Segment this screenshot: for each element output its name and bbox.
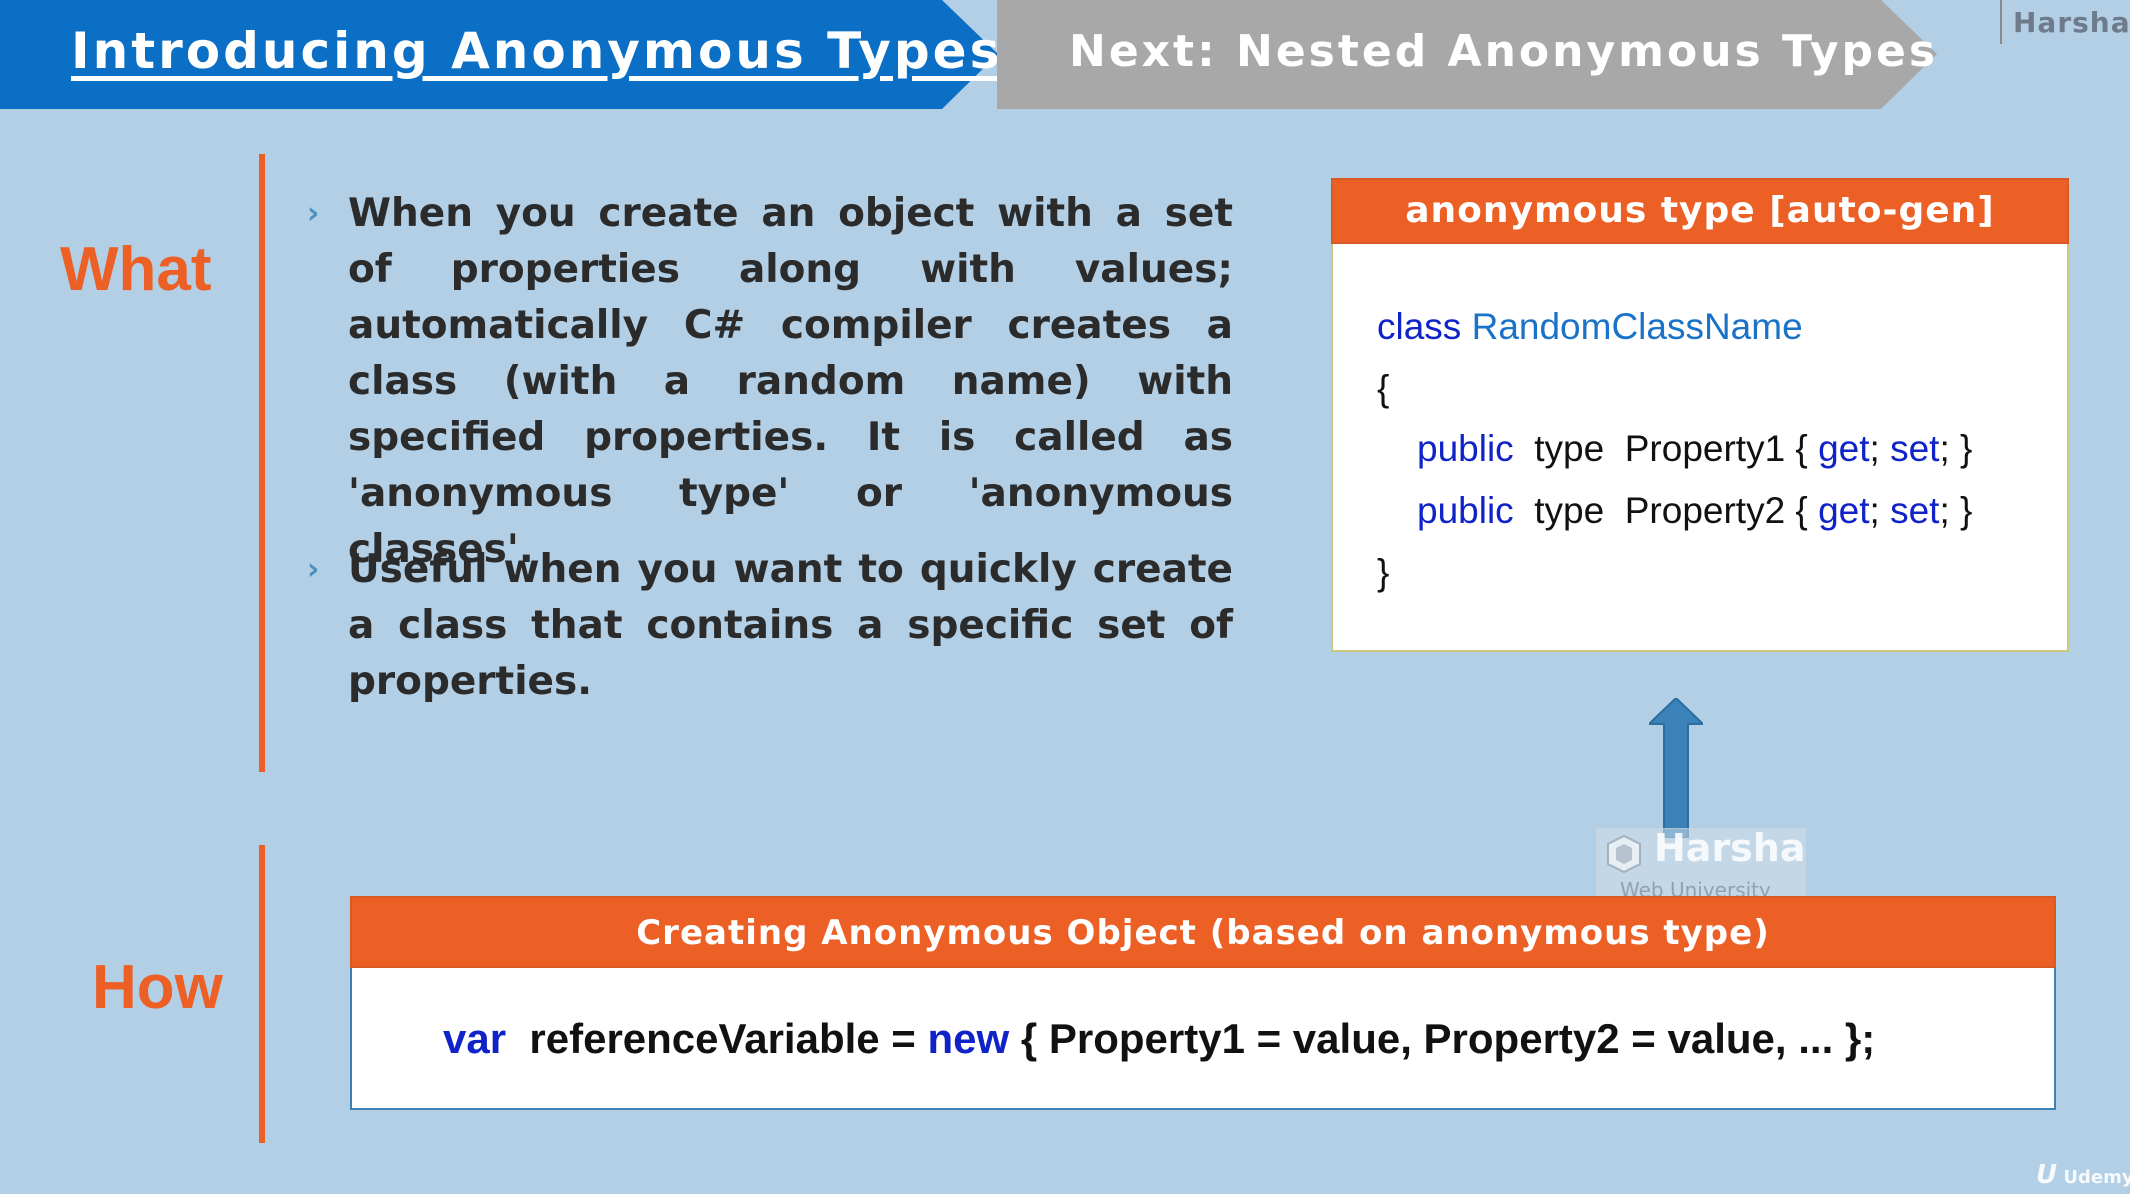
next-topic-title: Next: Nested Anonymous Types (1069, 26, 1939, 77)
author-name: Harsha (2013, 6, 2130, 39)
anonymous-type-panel-title: anonymous type [auto-gen] (1331, 178, 2069, 244)
code-line-class-declaration: class RandomClassName (1377, 302, 1803, 352)
property2-declaration: type Property2 { (1534, 490, 1819, 531)
keyword-get: get (1818, 428, 1870, 469)
code-line-anonymous-object: var referenceVariable = new { Property1 … (443, 1010, 1875, 1068)
harsha-logo-icon (1607, 834, 1641, 874)
accessor-end: ; } (1939, 428, 1973, 469)
keyword-public: public (1417, 428, 1514, 469)
keyword-get: get (1818, 490, 1870, 531)
accessor-separator: ; (1869, 428, 1891, 469)
udemy-brand: U Udemy (2036, 1160, 2130, 1190)
accessor-end: ; } (1939, 490, 1973, 531)
class-name: RandomClassName (1471, 306, 1803, 347)
code-line-close-brace: } (1377, 552, 1390, 593)
udemy-brand-text: Udemy (2063, 1167, 2130, 1188)
chevron-right-icon: › (307, 196, 320, 231)
bullet-item-definition: › When you create an object with a set o… (307, 186, 1233, 578)
property1-declaration: type Property1 { (1534, 428, 1819, 469)
bullet-text: When you create an object with a set of … (348, 191, 1233, 572)
code-line-property2: public type Property2 { get; set; } (1417, 486, 1972, 536)
keyword-set: set (1890, 490, 1940, 531)
bullet-text: Useful when you want to quickly create a… (348, 547, 1233, 704)
how-section-label: How (92, 953, 223, 1022)
keyword-public: public (1417, 490, 1514, 531)
up-arrow-icon (1649, 698, 1703, 838)
keyword-var: var (443, 1015, 507, 1062)
code-line-property1: public type Property1 { get; set; } (1417, 424, 1972, 474)
bullet-item-usage: › Useful when you want to quickly create… (307, 542, 1233, 710)
what-section-divider (259, 154, 265, 772)
current-topic-title: Introducing Anonymous Types (71, 22, 1003, 80)
keyword-new: new (927, 1015, 1010, 1062)
udemy-logo-icon: U (2036, 1160, 2058, 1190)
creation-panel-title: Creating Anonymous Object (based on anon… (350, 896, 2056, 968)
object-initializer: { Property1 = value, Property2 = value, … (1009, 1015, 1876, 1062)
chevron-right-icon: › (307, 552, 320, 587)
code-line-open-brace: { (1377, 368, 1390, 409)
accessor-separator: ; (1869, 490, 1891, 531)
keyword-class: class (1377, 306, 1462, 347)
author-divider (2000, 0, 2002, 44)
how-section-divider (259, 845, 265, 1143)
what-section-label: What (60, 235, 212, 304)
anonymous-type-code-panel (1331, 178, 2069, 652)
watermark-title: Harsha (1654, 826, 1806, 870)
keyword-set: set (1890, 428, 1940, 469)
reference-variable: referenceVariable = (506, 1015, 928, 1062)
